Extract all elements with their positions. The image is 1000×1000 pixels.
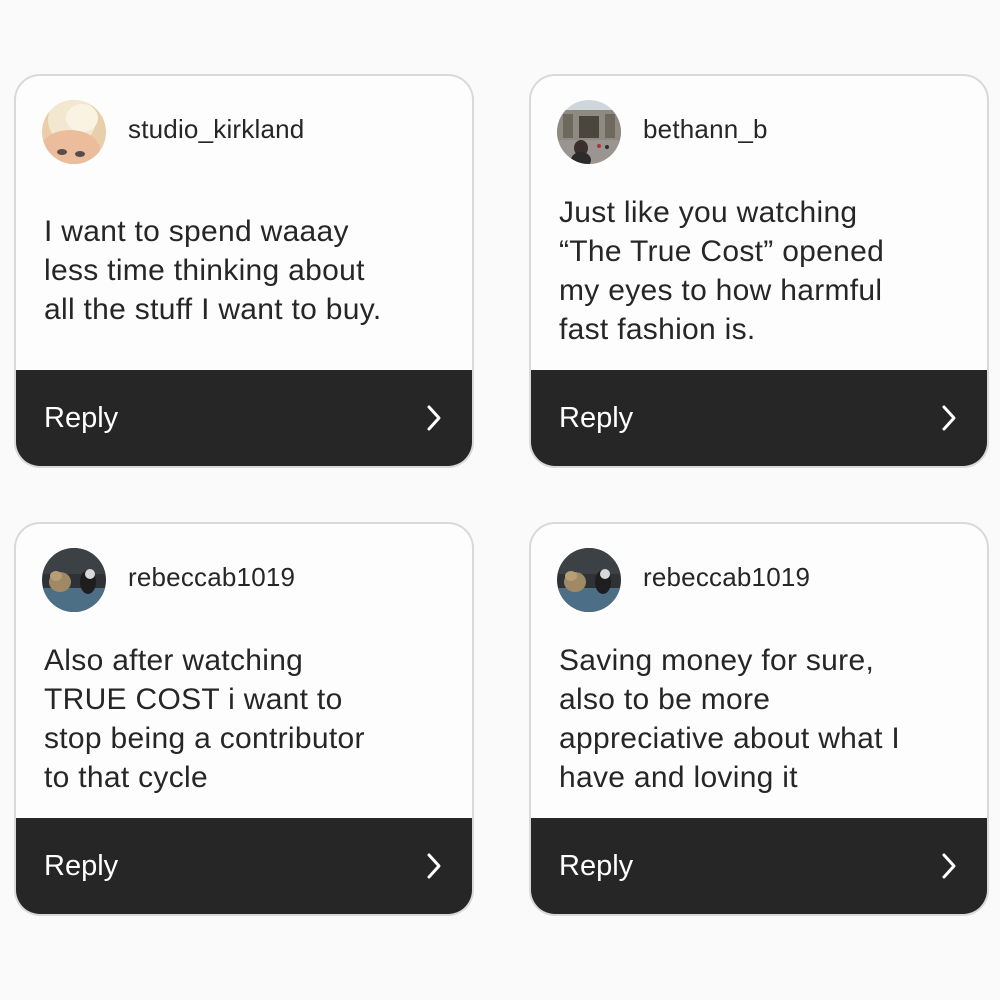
dogs-on-floor-avatar-icon: [42, 548, 106, 612]
avatar[interactable]: [42, 548, 106, 612]
response-card: rebeccab1019 Also after watching TRUE CO…: [14, 522, 474, 916]
baby-face-avatar-icon: [42, 100, 106, 164]
reply-label: Reply: [44, 850, 119, 882]
username[interactable]: rebeccab1019: [643, 562, 810, 593]
response-card: rebeccab1019 Saving money for sure, also…: [529, 522, 989, 916]
avatar[interactable]: [557, 548, 621, 612]
dogs-on-floor-avatar-icon: [557, 548, 621, 612]
response-card-header: rebeccab1019 Saving money for sure, also…: [531, 524, 987, 820]
username[interactable]: rebeccab1019: [128, 562, 295, 593]
username[interactable]: bethann_b: [643, 114, 768, 145]
chevron-right-icon: [426, 852, 442, 880]
avatar[interactable]: [557, 100, 621, 164]
avatar[interactable]: [42, 100, 106, 164]
reply-button[interactable]: Reply: [531, 370, 987, 466]
reply-label: Reply: [44, 402, 119, 434]
response-card-header: rebeccab1019 Also after watching TRUE CO…: [16, 524, 472, 820]
chevron-right-icon: [426, 404, 442, 432]
response-text: Just like you watching “The True Cost” o…: [559, 196, 885, 346]
chevron-right-icon: [941, 852, 957, 880]
response-card: studio_kirkland I want to spend waaay le…: [14, 74, 474, 468]
reply-button[interactable]: Reply: [16, 370, 472, 466]
reply-label: Reply: [559, 402, 634, 434]
reply-button[interactable]: Reply: [16, 818, 472, 914]
response-card: bethann_b Just like you watching “The Tr…: [529, 74, 989, 468]
response-text: I want to spend waaay less time thinking…: [44, 215, 382, 326]
response-card-header: studio_kirkland I want to spend waaay le…: [16, 76, 472, 372]
response-text: Saving money for sure, also to be more a…: [559, 644, 901, 794]
response-card-header: bethann_b Just like you watching “The Tr…: [531, 76, 987, 372]
reply-label: Reply: [559, 850, 634, 882]
username[interactable]: studio_kirkland: [128, 114, 304, 145]
chevron-right-icon: [941, 404, 957, 432]
reply-button[interactable]: Reply: [531, 818, 987, 914]
response-text: Also after watching TRUE COST i want to …: [44, 644, 365, 794]
palace-gate-photo-avatar-icon: [557, 100, 621, 164]
